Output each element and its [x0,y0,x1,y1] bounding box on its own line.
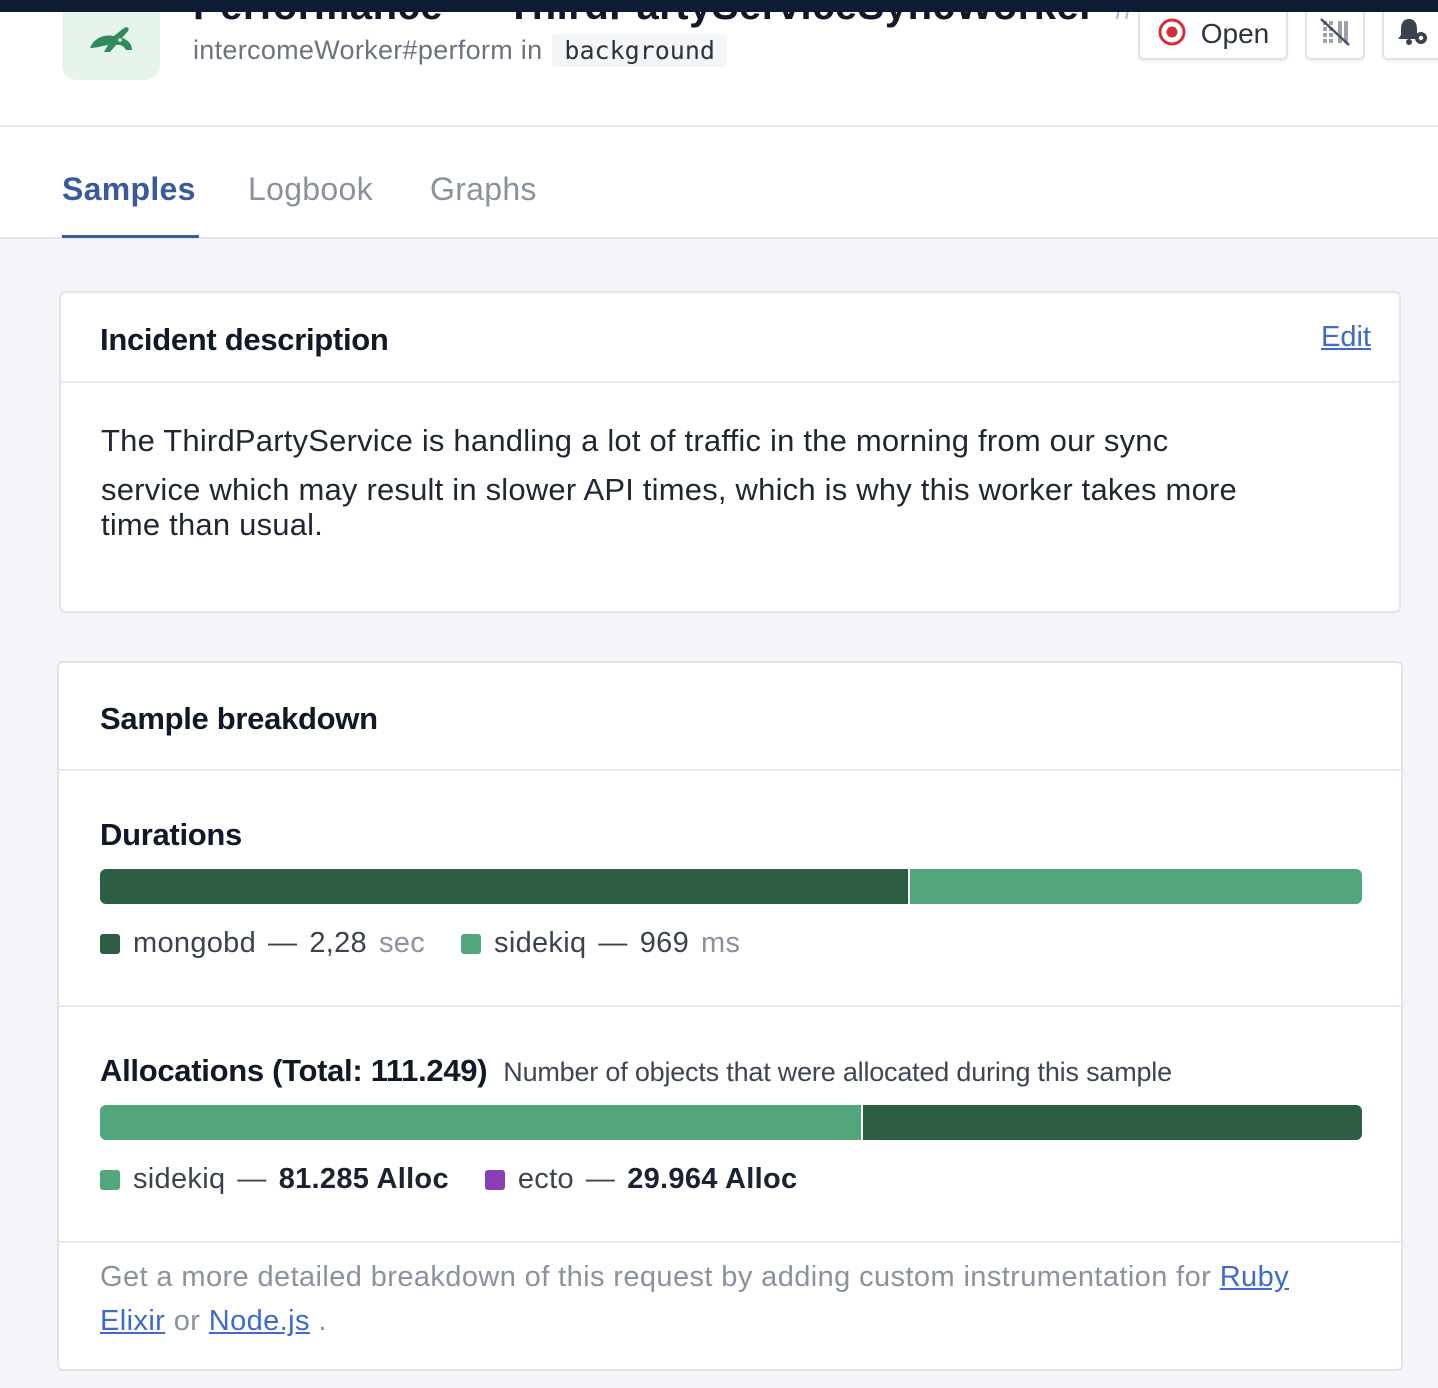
legend-item-sidekiq: sidekiq — 969 ms [461,927,740,960]
legend-label: sidekiq [494,927,587,959]
allocations-legend: sidekiq — 81.285 Alloc ecto — 29.964 All… [100,1163,833,1196]
sample-breakdown-header: Sample breakdown [59,663,1401,771]
sample-breakdown-title: Sample breakdown [100,701,378,736]
tab-logbook[interactable]: Logbook [248,171,373,208]
legend-value: 29.964 Alloc [627,1163,798,1195]
durations-section: Durations mongobd — 2,28 sec sidekiq — 9… [59,771,1401,1007]
allocations-note: Number of objects that were allocated du… [503,1057,1172,1087]
legend-label: ecto [517,1163,574,1195]
legend-value: 81.285 Alloc [278,1163,449,1195]
incident-description-card: Incident description Edit The ThirdParty… [59,291,1401,613]
allocations-bar [100,1105,1362,1140]
description-line: time than usual. [101,507,324,542]
description-line: The ThirdPartyService is handling a lot … [101,423,1169,458]
legend-item-mongobd: mongobd — 2,28 sec [100,927,425,960]
allocations-section: Allocations (Total: 111.249) Number of ob… [59,1007,1401,1243]
legend-unit: ms [701,927,741,959]
open-status-label: Open [1200,18,1270,49]
legend-label: mongobd [133,927,257,959]
legend-value: 969 [639,927,690,959]
incident-description-title: Incident description [100,322,389,357]
sample-breakdown-card: Sample breakdown Durations mongobd — 2,2… [57,661,1403,1371]
elixir-link[interactable]: Elixir [100,1305,165,1337]
allocations-title: Allocations (Total: 111.249) Number of ob… [100,1053,1172,1088]
durations-bar [100,869,1362,904]
legend-swatch [461,933,482,954]
tab-samples[interactable]: Samples [62,171,196,208]
rabbit-app-icon [62,12,160,80]
tab-graphs[interactable]: Graphs [430,171,537,208]
notifications-off-button[interactable] [1305,12,1365,60]
hint-or: or [173,1305,201,1337]
nodejs-link[interactable]: Node.js [209,1305,310,1337]
incident-tabs: Samples Logbook Graphs [0,127,1438,239]
legend-swatch [100,1169,120,1190]
edit-description-link[interactable]: Edit [1321,321,1371,354]
durations-title: Durations [100,817,242,852]
page-title: Performance — ThirdPartyServiceSyncWorke… [193,12,1227,29]
record-icon [1157,17,1187,52]
duration-segment-sidekiq[interactable] [907,869,1362,904]
hint-text: Get a more detailed breakdown of this re… [100,1261,1212,1293]
hint-end: . [318,1305,327,1337]
notifications-off-icon [1320,17,1350,51]
active-tab-indicator [62,235,199,238]
duration-segment-mongobd[interactable] [100,869,908,904]
incident-description-header: Incident description Edit [61,293,1399,383]
legend-unit: sec [379,927,426,959]
action-subtitle: intercomeWorker#perform in background [193,34,727,67]
alert-settings-button[interactable] [1382,12,1438,60]
top-navigation-strip [0,0,1438,12]
legend-item-sidekiq: sidekiq — 81.285 Alloc [100,1163,449,1196]
namespace-badge: background [552,34,727,67]
action-name: intercomeWorker#perform in [193,35,543,65]
incident-header: Performance — ThirdPartyServiceSyncWorke… [0,12,1438,127]
legend-item-ecto: ecto — 29.964 Alloc [484,1163,798,1196]
allocation-segment-ecto[interactable] [860,1105,1362,1140]
legend-label: sidekiq [133,1163,226,1195]
legend-swatch [484,1169,505,1190]
allocation-segment-sidekiq[interactable] [100,1105,861,1140]
ruby-link[interactable]: Ruby [1220,1261,1289,1293]
legend-swatch [100,933,120,954]
open-status-button[interactable]: Open [1138,12,1288,60]
legend-value: 2,28 [309,927,367,959]
durations-legend: mongobd — 2,28 sec sidekiq — 969 ms [100,927,776,960]
bell-settings-icon [1395,16,1429,53]
